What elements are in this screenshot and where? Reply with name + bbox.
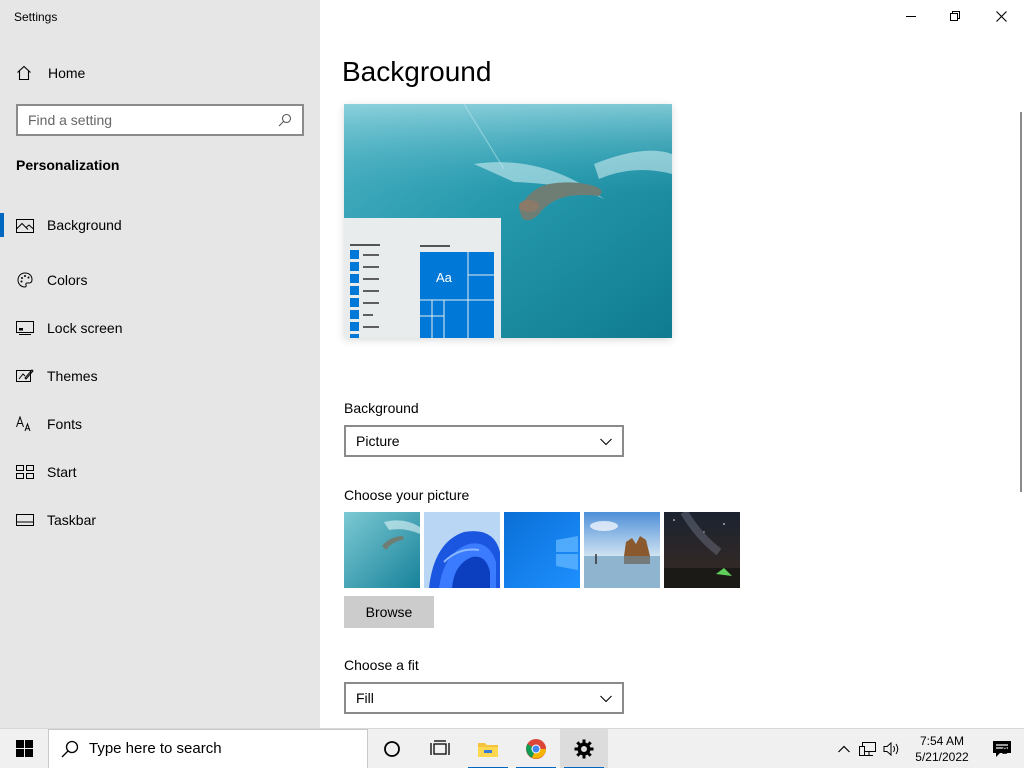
picture-thumbnail-beach[interactable]	[584, 512, 660, 588]
main-content: Background Aa Background Picture Choose …	[320, 0, 1024, 728]
sidebar-item-label: Themes	[47, 368, 98, 384]
home-icon	[16, 64, 34, 82]
start-icon	[16, 463, 34, 481]
settings-button[interactable]	[560, 728, 608, 768]
notification-count-badge: 2	[1002, 746, 1008, 757]
fonts-icon	[16, 415, 34, 433]
start-button[interactable]	[0, 729, 48, 768]
sidebar-item-taskbar[interactable]: Taskbar	[0, 496, 320, 544]
page-title: Background	[342, 56, 492, 87]
restore-icon	[950, 11, 960, 21]
search-icon[interactable]	[278, 112, 294, 128]
sidebar-item-background[interactable]: Background	[0, 208, 320, 256]
chevron-down-icon	[600, 433, 612, 449]
picture-thumbnail-windows-blue[interactable]	[504, 512, 580, 588]
chrome-icon	[526, 738, 547, 759]
sidebar-item-label: Colors	[47, 272, 88, 288]
task-view-icon	[430, 739, 450, 755]
home-label: Home	[48, 65, 86, 81]
home-link[interactable]: Home	[16, 62, 85, 84]
windows-logo-icon	[15, 740, 33, 757]
background-type-label: Background	[344, 400, 419, 416]
sidebar-item-label: Lock screen	[47, 320, 123, 336]
preview-sample-text: Aa	[436, 270, 453, 285]
browse-button[interactable]: Browse	[344, 596, 434, 628]
volume-button[interactable]	[880, 729, 904, 768]
find-setting-search[interactable]	[16, 104, 304, 136]
taskbar-search-placeholder: Type here to search	[89, 740, 222, 757]
action-center-button[interactable]: 2	[980, 729, 1024, 768]
taskbar-search-box[interactable]: Type here to search	[48, 728, 368, 768]
desktop-preview: Aa	[344, 104, 672, 338]
sidebar-item-label: Taskbar	[47, 512, 97, 528]
sidebar-item-label: Fonts	[47, 416, 83, 432]
chevron-up-icon	[838, 745, 850, 753]
minimize-button[interactable]	[888, 0, 934, 32]
choose-picture-label: Choose your picture	[344, 487, 470, 503]
file-explorer-icon	[478, 742, 498, 757]
network-button[interactable]	[856, 729, 880, 768]
picture-thumbnails	[344, 512, 740, 588]
sidebar-item-fonts[interactable]: Fonts	[0, 400, 320, 448]
close-button[interactable]	[978, 0, 1024, 32]
sidebar-nav: Background Colors Lock screen Themes Fon…	[0, 208, 320, 544]
show-hidden-icons-button[interactable]	[832, 729, 856, 768]
background-type-value: Picture	[356, 433, 400, 449]
lock-screen-icon	[16, 319, 34, 337]
search-icon	[61, 739, 81, 759]
sidebar-item-label: Background	[47, 217, 122, 233]
task-view-button[interactable]	[416, 729, 464, 768]
palette-icon	[16, 271, 34, 289]
chrome-button[interactable]	[512, 729, 560, 768]
restore-button[interactable]	[932, 0, 978, 32]
sidebar-item-colors[interactable]: Colors	[0, 256, 320, 304]
choose-fit-dropdown[interactable]: Fill	[344, 682, 624, 714]
choose-fit-label: Choose a fit	[344, 657, 419, 673]
speaker-icon	[883, 741, 899, 757]
sidebar-item-themes[interactable]: Themes	[0, 352, 320, 400]
close-icon	[995, 10, 1007, 22]
file-explorer-button[interactable]	[464, 729, 512, 768]
minimize-icon	[906, 16, 916, 17]
clock[interactable]: 7:54 AM 5/21/2022	[904, 729, 980, 768]
background-type-dropdown[interactable]: Picture	[344, 425, 624, 457]
section-title: Personalization	[16, 157, 120, 173]
cortana-icon	[384, 740, 400, 757]
themes-icon	[16, 367, 34, 385]
choose-fit-value: Fill	[356, 690, 374, 706]
app-title: Settings	[14, 10, 58, 24]
sidebar: Settings Home Personalization Background…	[0, 0, 320, 728]
system-tray: 7:54 AM 5/21/2022 2	[832, 729, 1024, 768]
settings-gear-icon	[574, 739, 594, 758]
network-icon	[859, 742, 876, 756]
clock-date: 5/21/2022	[915, 750, 969, 764]
scrollbar-thumb[interactable]	[1020, 112, 1022, 492]
sidebar-item-lock-screen[interactable]: Lock screen	[0, 304, 320, 352]
taskbar: Type here to search 7:54 AM 5/21/2022 2	[0, 728, 1024, 768]
chevron-down-icon	[600, 690, 612, 706]
picture-thumbnail-night-sky[interactable]	[664, 512, 740, 588]
sidebar-item-label: Start	[47, 464, 77, 480]
picture-thumbnail-bloom[interactable]	[424, 512, 500, 588]
taskbar-icon	[16, 511, 34, 529]
picture-thumbnail-underwater[interactable]	[344, 512, 420, 588]
find-setting-input[interactable]	[28, 112, 278, 128]
picture-icon	[16, 217, 34, 235]
sidebar-item-start[interactable]: Start	[0, 448, 320, 496]
clock-time: 7:54 AM	[919, 734, 965, 748]
cortana-button[interactable]	[368, 729, 416, 768]
